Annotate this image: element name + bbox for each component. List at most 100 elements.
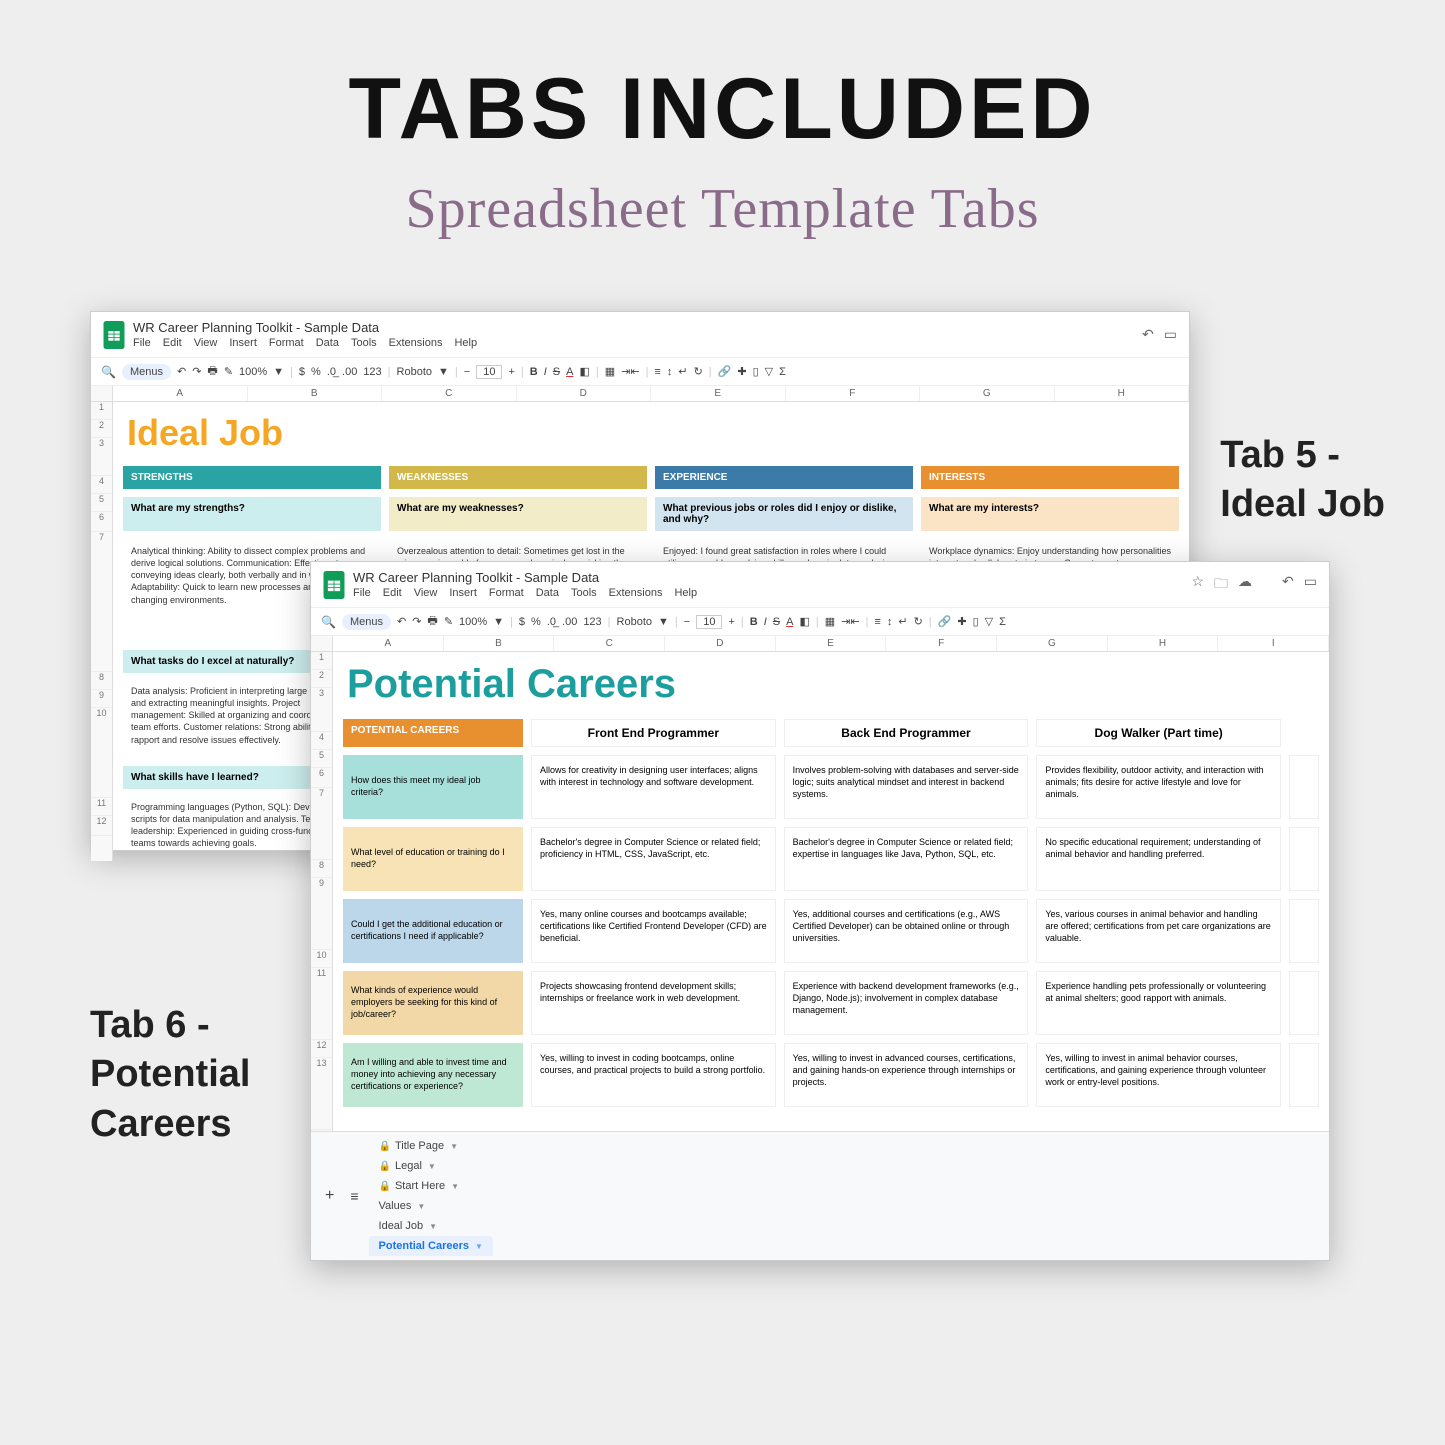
menu-insert[interactable]: Insert bbox=[229, 337, 257, 349]
currency-icon[interactable]: $ bbox=[519, 616, 525, 628]
currency-icon[interactable]: $ bbox=[299, 366, 305, 378]
halign-icon[interactable]: ≡ bbox=[654, 366, 660, 378]
col-D[interactable]: D bbox=[665, 636, 776, 651]
italic-icon[interactable]: I bbox=[544, 366, 547, 378]
menu-view[interactable]: View bbox=[194, 337, 218, 349]
undo-icon[interactable]: ↶ bbox=[397, 615, 406, 628]
col-E[interactable]: E bbox=[651, 386, 786, 401]
history-icon[interactable]: ↶ bbox=[1142, 326, 1154, 343]
col-H[interactable]: H bbox=[1108, 636, 1219, 651]
inc-dec-icon[interactable]: .00 bbox=[342, 366, 357, 378]
rotate-icon[interactable]: ↻ bbox=[694, 365, 703, 378]
menu-tools[interactable]: Tools bbox=[571, 587, 597, 599]
menu-help[interactable]: Help bbox=[674, 587, 697, 599]
folder-icon[interactable]: 🗀 bbox=[1214, 573, 1228, 597]
col-A[interactable]: A bbox=[333, 636, 444, 651]
link-icon[interactable]: 🔗 bbox=[938, 615, 952, 628]
sigma-icon[interactable]: Σ bbox=[779, 366, 786, 378]
tab-legal[interactable]: 🔒 Legal ▼ bbox=[369, 1156, 493, 1176]
zoom[interactable]: 100% bbox=[239, 366, 267, 378]
fillcolor-icon[interactable]: ◧ bbox=[799, 615, 809, 628]
bold-icon[interactable]: B bbox=[530, 366, 538, 378]
rotate-icon[interactable]: ↻ bbox=[914, 615, 923, 628]
textcolor-icon[interactable]: A bbox=[786, 616, 793, 628]
percent-icon[interactable]: % bbox=[531, 616, 541, 628]
col-C[interactable]: C bbox=[554, 636, 665, 651]
tab-potential-careers[interactable]: Potential Careers ▼ bbox=[369, 1236, 493, 1256]
wrap-icon[interactable]: ↵ bbox=[898, 615, 907, 628]
font-size[interactable]: 10 bbox=[696, 615, 722, 629]
print-icon[interactable]: 🖶 bbox=[427, 612, 437, 631]
percent-icon[interactable]: % bbox=[311, 366, 321, 378]
font-size[interactable]: 10 bbox=[476, 365, 502, 379]
valign-icon[interactable]: ↕ bbox=[667, 366, 673, 378]
bold-icon[interactable]: B bbox=[750, 616, 758, 628]
menu-extensions[interactable]: Extensions bbox=[609, 587, 663, 599]
col-D[interactable]: D bbox=[517, 386, 652, 401]
comment-icon[interactable]: ✚ bbox=[957, 615, 966, 628]
paint-icon[interactable]: ✎ bbox=[224, 365, 233, 378]
present-icon[interactable]: ▭ bbox=[1164, 326, 1177, 343]
col-F[interactable]: F bbox=[886, 636, 997, 651]
menu-format[interactable]: Format bbox=[489, 587, 524, 599]
font-select[interactable]: Roboto bbox=[617, 616, 652, 628]
comment-icon[interactable]: ✚ bbox=[737, 365, 746, 378]
zoom[interactable]: 100% bbox=[459, 616, 487, 628]
col-B[interactable]: B bbox=[248, 386, 383, 401]
redo-icon[interactable]: ↷ bbox=[192, 365, 201, 378]
borders-icon[interactable]: ▦ bbox=[605, 365, 615, 378]
menu-search[interactable]: Menus bbox=[122, 364, 171, 380]
star-icon[interactable]: ☆ bbox=[1191, 573, 1204, 597]
wrap-icon[interactable]: ↵ bbox=[678, 365, 687, 378]
col-G[interactable]: G bbox=[997, 636, 1108, 651]
menu-file[interactable]: File bbox=[133, 337, 151, 349]
valign-icon[interactable]: ↕ bbox=[887, 616, 893, 628]
dec-dec-icon[interactable]: .0̲ bbox=[327, 366, 336, 378]
paint-icon[interactable]: ✎ bbox=[444, 615, 453, 628]
merge-icon[interactable]: ⇥⇤ bbox=[621, 365, 639, 378]
col-I[interactable]: I bbox=[1218, 636, 1329, 651]
present-icon[interactable]: ▭ bbox=[1304, 573, 1317, 597]
tab-ideal-job[interactable]: Ideal Job ▼ bbox=[369, 1216, 493, 1236]
col-E[interactable]: E bbox=[776, 636, 887, 651]
halign-icon[interactable]: ≡ bbox=[874, 616, 880, 628]
tab-title-page[interactable]: 🔒 Title Page ▼ bbox=[369, 1136, 493, 1156]
menu-tools[interactable]: Tools bbox=[351, 337, 377, 349]
redo-icon[interactable]: ↷ bbox=[412, 615, 421, 628]
menu-search[interactable]: Menus bbox=[342, 614, 391, 630]
tab-start-here[interactable]: 🔒 Start Here ▼ bbox=[369, 1176, 493, 1196]
menu-data[interactable]: Data bbox=[536, 587, 559, 599]
col-F[interactable]: F bbox=[786, 386, 921, 401]
link-icon[interactable]: 🔗 bbox=[718, 365, 732, 378]
menu-extensions[interactable]: Extensions bbox=[389, 337, 443, 349]
undo-icon[interactable]: ↶ bbox=[177, 365, 186, 378]
doc-title[interactable]: WR Career Planning Toolkit - Sample Data bbox=[353, 570, 697, 585]
doc-title[interactable]: WR Career Planning Toolkit - Sample Data bbox=[133, 320, 477, 335]
add-sheet-icon[interactable]: + bbox=[319, 1187, 340, 1205]
print-icon[interactable]: 🖶 bbox=[207, 362, 217, 381]
strike-icon[interactable]: S bbox=[553, 366, 560, 378]
menu-help[interactable]: Help bbox=[454, 337, 477, 349]
inc-dec-icon[interactable]: .00 bbox=[562, 616, 577, 628]
num-format[interactable]: 123 bbox=[363, 366, 381, 378]
font-select[interactable]: Roboto bbox=[397, 366, 432, 378]
all-sheets-icon[interactable]: ≡ bbox=[344, 1188, 364, 1204]
menu-edit[interactable]: Edit bbox=[383, 587, 402, 599]
search-icon[interactable]: 🔍 bbox=[321, 615, 336, 629]
tab-values[interactable]: Values ▼ bbox=[369, 1196, 493, 1216]
fillcolor-icon[interactable]: ◧ bbox=[579, 365, 589, 378]
num-format[interactable]: 123 bbox=[583, 616, 601, 628]
textcolor-icon[interactable]: A bbox=[566, 366, 573, 378]
menu-data[interactable]: Data bbox=[316, 337, 339, 349]
dec-dec-icon[interactable]: .0̲ bbox=[547, 616, 556, 628]
col-C[interactable]: C bbox=[382, 386, 517, 401]
cloud-icon[interactable]: ☁ bbox=[1238, 573, 1252, 597]
chart-icon[interactable]: ▯ bbox=[973, 615, 979, 628]
borders-icon[interactable]: ▦ bbox=[825, 615, 835, 628]
merge-icon[interactable]: ⇥⇤ bbox=[841, 615, 859, 628]
chart-icon[interactable]: ▯ bbox=[753, 365, 759, 378]
col-G[interactable]: G bbox=[920, 386, 1055, 401]
menu-insert[interactable]: Insert bbox=[449, 587, 477, 599]
col-B[interactable]: B bbox=[444, 636, 555, 651]
menu-file[interactable]: File bbox=[353, 587, 371, 599]
